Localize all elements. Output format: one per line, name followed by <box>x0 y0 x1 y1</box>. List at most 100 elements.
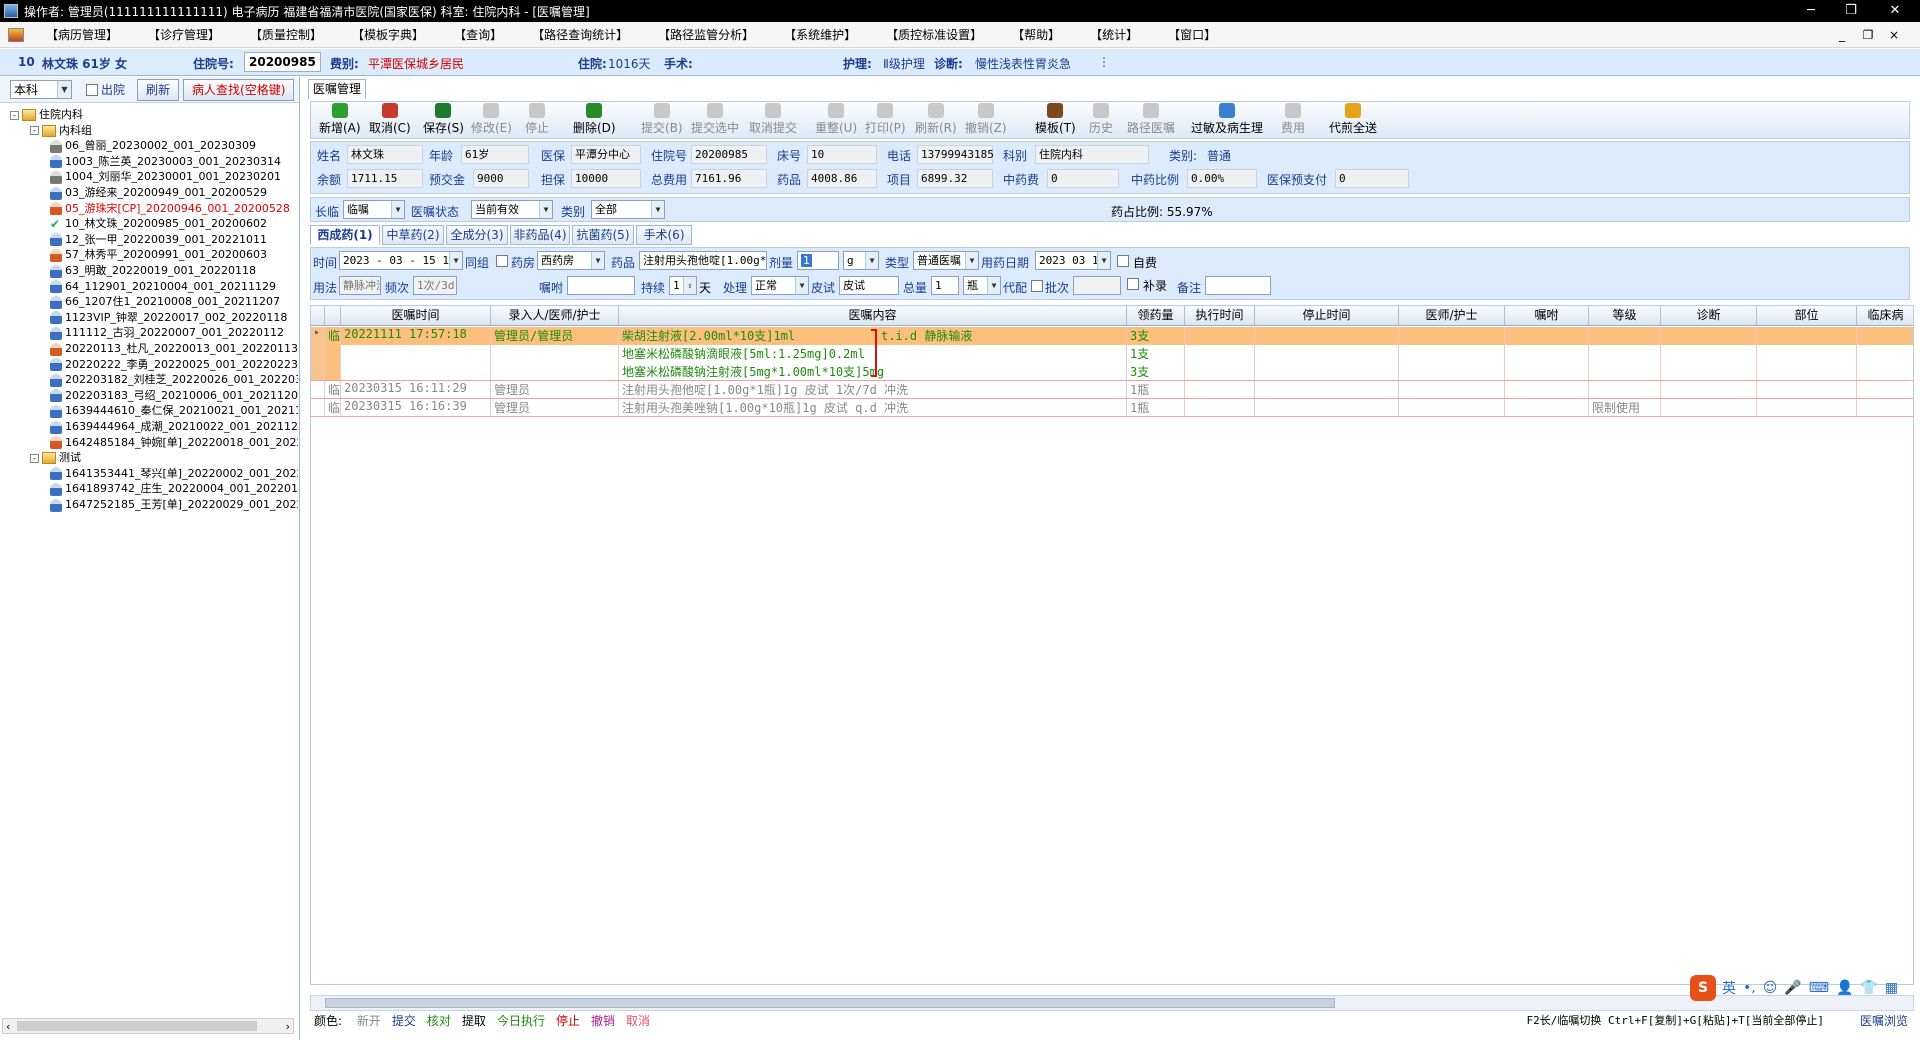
maximize-button[interactable]: ❐ <box>1828 0 1874 22</box>
duration-input[interactable]: 1 ⇕ <box>669 276 697 295</box>
menu-item-3[interactable]: 【模板字典】 <box>340 22 442 48</box>
order-kind-select[interactable]: 普通医嘱 ▼ <box>913 251 979 270</box>
frequency-input[interactable]: 1次/3d <box>413 276 457 295</box>
tree-patient-item[interactable]: 111112_古羽_20220007_001_20220112 <box>50 325 284 341</box>
mdi-icon[interactable] <box>8 27 24 42</box>
column-header[interactable]: 部位 <box>1757 306 1857 326</box>
menu-item-1[interactable]: 【诊疗管理】 <box>136 22 238 48</box>
tab-drug-category-5[interactable]: 抗菌药(5) <box>572 225 634 245</box>
ime-tool-icon[interactable]: 👤 <box>1836 980 1853 996</box>
tree-patient-item[interactable]: 1641353441_琴兴[单]_20220002_001_2022 <box>50 466 298 482</box>
menu-item-0[interactable]: 【病历管理】 <box>34 22 136 48</box>
menu-item-2[interactable]: 【质量控制】 <box>238 22 340 48</box>
column-header[interactable] <box>311 306 325 326</box>
ime-tool-icon[interactable]: ▦ <box>1885 980 1898 996</box>
dose-unit-select[interactable]: g ▼ <box>843 251 879 270</box>
tree-patient-item[interactable]: 06_曾丽_20230002_001_20230309 <box>50 138 256 154</box>
table-row[interactable]: ▸ 临 20221111 17:57:18 管理员/管理员 柴胡注射液[2.00ml*1… <box>311 327 1913 381</box>
tree-patient-item[interactable]: 63_明敢_20220019_001_20220118 <box>50 263 256 279</box>
menu-item-10[interactable]: 【统计】 <box>1078 22 1156 48</box>
tree-patient-item[interactable]: 1641893742_庄生_20220004_001_2022011 <box>50 481 298 497</box>
tab-drug-category-4[interactable]: 非药品(4) <box>510 225 570 245</box>
ime-tool-icon[interactable]: 英 <box>1722 978 1736 998</box>
drug-input[interactable]: 注射用头孢他啶[1.00g*1瓶] <box>639 251 767 270</box>
tab-drug-category-2[interactable]: 中草药(2) <box>382 225 444 245</box>
menu-item-11[interactable]: 【窗口】 <box>1156 22 1234 48</box>
toolbar-button-6[interactable]: 提交(B) <box>641 103 683 136</box>
instruction-input[interactable] <box>567 276 635 295</box>
column-header[interactable]: 诊断 <box>1661 306 1757 326</box>
tree-patient-item[interactable]: 1639444964_成潮_20210022_001_2021121 <box>50 419 298 435</box>
toolbar-button-0[interactable]: 新增(A) <box>319 103 361 136</box>
scroll-left-icon[interactable]: ‹ <box>6 1020 10 1033</box>
toolbar-button-18[interactable]: 代煎全送 <box>1329 103 1377 136</box>
menu-item-6[interactable]: 【路径监管分析】 <box>646 22 772 48</box>
toolbar-button-15[interactable]: 路径医嘱 <box>1127 103 1175 136</box>
collapse-icon[interactable]: - <box>30 126 39 136</box>
column-header[interactable]: 嘱咐 <box>1505 306 1589 326</box>
toolbar-button-2[interactable]: 保存(S) <box>423 103 464 136</box>
more-icon[interactable]: ⋮ <box>1098 55 1110 69</box>
process-select[interactable]: 正常 ▼ <box>751 276 809 295</box>
order-browse-link[interactable]: 医嘱浏览 <box>1860 1012 1908 1029</box>
dose-input[interactable]: 1 <box>797 251 839 270</box>
toolbar-button-8[interactable]: 取消提交 <box>749 103 797 136</box>
scroll-right-icon[interactable]: › <box>286 1020 290 1033</box>
toolbar-button-4[interactable]: 停止 <box>525 103 549 136</box>
tree-patient-item[interactable]: 03_游经来_20200949_001_20200529 <box>50 185 267 201</box>
tree-patient-item[interactable]: 1639444610_秦仁保_20210021_001_2021121 <box>50 403 298 419</box>
remark-input[interactable] <box>1205 276 1271 295</box>
column-header[interactable]: 领药量 <box>1127 306 1185 326</box>
tree-patient-item[interactable]: 57_林秀平_20200991_001_20200603 <box>50 247 267 263</box>
toolbar-button-3[interactable]: 修改(E) <box>471 103 512 136</box>
refresh-button[interactable]: 刷新 <box>137 78 180 101</box>
toolbar-button-1[interactable]: 取消(C) <box>369 103 411 136</box>
orders-horizontal-scrollbar[interactable] <box>310 995 1914 1011</box>
close-button[interactable]: ✕ <box>1872 0 1918 22</box>
column-header[interactable]: 临床病 <box>1857 306 1913 326</box>
pharmacy-select[interactable]: 西药房 ▼ <box>537 251 605 270</box>
ime-tool-icon[interactable]: •, <box>1743 980 1756 996</box>
scope-select[interactable]: 本科 ▼ <box>10 80 72 99</box>
order-category-select[interactable]: 全部 ▼ <box>591 200 665 219</box>
tree-patient-item[interactable]: 20220113_杜凡_20220013_001_20220113 <box>50 341 298 357</box>
tree-patient-item[interactable]: ✔ 10_林文珠_20200985_001_20200602 <box>50 216 267 232</box>
ime-tool-icon[interactable]: 👕 <box>1860 980 1877 996</box>
patient-search-button[interactable]: 病人查找(空格键) <box>183 78 295 101</box>
column-header[interactable] <box>325 306 341 326</box>
column-header[interactable]: 停止时间 <box>1255 306 1399 326</box>
ime-logo-icon[interactable]: S <box>1690 975 1716 1001</box>
table-row[interactable]: 临 20230315 16:16:39 管理员 注射用头孢美唑钠[1.00g*10瓶]… <box>311 399 1913 417</box>
table-row[interactable]: 临 20230315 16:11:29 管理员 注射用头孢他啶[1.00g*1瓶]1g… <box>311 381 1913 399</box>
collapse-icon[interactable]: - <box>30 453 39 463</box>
ime-tool-icon[interactable]: 🎤 <box>1784 980 1801 996</box>
group-checkbox[interactable] <box>496 255 508 267</box>
column-header[interactable]: 执行时间 <box>1185 306 1255 326</box>
tree-group[interactable]: - 住院内科 <box>10 107 83 123</box>
discharged-checkbox[interactable] <box>86 83 98 96</box>
usage-input[interactable]: 静脉冲洗 <box>339 276 381 295</box>
menu-item-8[interactable]: 【质控标准设置】 <box>874 22 1000 48</box>
toolbar-button-17[interactable]: 费用 <box>1281 103 1305 136</box>
tree-patient-item[interactable]: 1004_刘丽华_20230001_001_20230201 <box>50 169 281 185</box>
toolbar-button-13[interactable]: 模板(T) <box>1035 103 1076 136</box>
ime-tool-icon[interactable]: ☺ <box>1763 980 1778 996</box>
tree-patient-item[interactable]: 20220222_李勇_20220025_001_20220223 <box>50 357 298 373</box>
tree-patient-item[interactable]: 202203183_弓绍_20210006_001_20211201 <box>50 388 298 404</box>
tree-group[interactable]: - 测试 <box>30 450 81 466</box>
toolbar-button-10[interactable]: 打印(P) <box>865 103 906 136</box>
menu-item-5[interactable]: 【路径查询统计】 <box>520 22 646 48</box>
tab-drug-category-3[interactable]: 全成分(3) <box>446 225 508 245</box>
tree-patient-item[interactable]: 1123VIP_钟翠_20220017_002_20220118 <box>50 310 287 326</box>
tree-patient-item[interactable]: 1642485184_钟婉[单]_20220018_001_2022 <box>50 435 298 451</box>
column-header[interactable]: 等级 <box>1589 306 1661 326</box>
column-header[interactable]: 医师/护士 <box>1399 306 1505 326</box>
mdi-close-button[interactable]: × <box>1884 22 1904 48</box>
tab-drug-category-6[interactable]: 手术(6) <box>636 225 692 245</box>
collapse-icon[interactable]: - <box>10 110 19 120</box>
supplement-checkbox[interactable] <box>1127 278 1139 290</box>
scroll-thumb[interactable] <box>325 998 1335 1008</box>
tree-patient-item[interactable]: 05_游珠宋[CP]_20200946_001_20200528 <box>50 201 290 217</box>
skin-test-input[interactable]: 皮试 <box>839 276 899 295</box>
toolbar-button-11[interactable]: 刷新(R) <box>915 103 957 136</box>
